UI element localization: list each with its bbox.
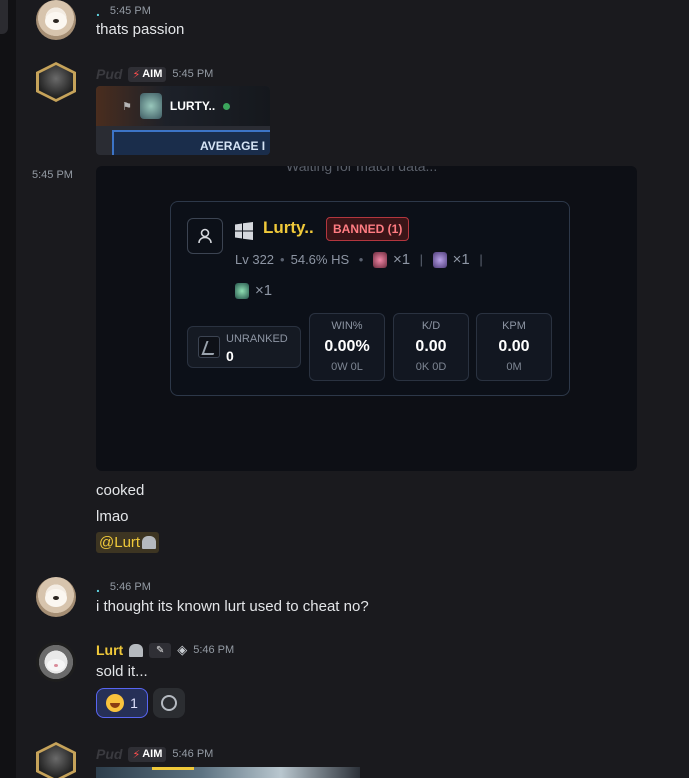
player-level: Lv 322 <box>235 252 275 267</box>
player-card: Lurty.. BANNED (1) Lv 322 • 54.6% HS • ×… <box>170 201 570 396</box>
stat-win: WIN% 0.00% 0W 0L <box>309 313 385 381</box>
stat-kpm: KPM 0.00 0M <box>476 313 552 381</box>
banned-badge: BANNED (1) <box>326 217 410 241</box>
message-header: Pud ⚡ AIM 5:45 PM <box>96 65 213 83</box>
operator-icon <box>432 251 447 268</box>
timestamp: 5:46 PM <box>172 748 214 760</box>
left-rail <box>0 0 16 778</box>
separator-bar: | <box>416 252 427 267</box>
operator-icon <box>235 282 249 299</box>
timestamp: 5:46 PM <box>193 644 235 656</box>
stat-label: K/D <box>421 320 441 332</box>
rank-shield-icon <box>198 336 220 358</box>
message-text: cooked <box>96 482 145 499</box>
message-header: . 5:46 PM <box>96 578 151 596</box>
user-mention[interactable]: @Lurt <box>96 532 160 553</box>
embed-footer: AVERAGE I <box>112 130 270 155</box>
separator-dot: • <box>280 252 285 267</box>
waiting-text: Waiting for match data... <box>286 166 438 174</box>
rank-badge-icon <box>139 93 162 119</box>
operator-line-2: ×1 <box>235 282 272 299</box>
add-reaction-button[interactable] <box>153 688 185 718</box>
rank-value: 0 <box>226 348 234 364</box>
tombstone-icon <box>142 536 157 549</box>
message-text: i thought its known lurt used to cheat n… <box>96 598 369 615</box>
profile-embed[interactable]: ⚑ LURTY.. AVERAGE I <box>96 86 270 155</box>
player-stats-line: Lv 322 • 54.6% HS • ×1 | ×1 | <box>235 251 483 268</box>
reaction-count: 1 <box>130 695 138 711</box>
smile-icon <box>161 695 177 711</box>
message-header: Lurt ✎ ◈ 5:46 PM <box>96 641 234 659</box>
message-header: Pud ⚡ AIM 5:46 PM <box>96 745 213 763</box>
author-name[interactable]: Pud <box>96 66 122 82</box>
side-timestamp: 5:45 PM <box>32 169 73 181</box>
author-name[interactable]: Lurt <box>96 642 123 658</box>
player-name: Lurty.. <box>263 218 314 237</box>
rail-nub <box>0 0 8 34</box>
online-indicator <box>223 102 231 110</box>
operator-count: ×1 <box>392 251 411 268</box>
hs-percent: 54.6% HS <box>290 252 350 267</box>
guild-tag[interactable]: ⚡ AIM <box>128 746 167 762</box>
guild-tag[interactable]: ⚡ AIM <box>128 66 167 82</box>
stat-value: 0.00 <box>498 338 530 355</box>
operator-count: ×1 <box>255 282 273 299</box>
message-text: lmao <box>96 508 129 525</box>
stat-sub: 0W 0L <box>331 361 363 373</box>
bolt-icon: ⚡ <box>132 68 141 81</box>
stat-sub: 0M <box>506 361 522 373</box>
status-dot: . <box>96 3 100 19</box>
timestamp: 5:45 PM <box>172 68 214 80</box>
stat-label: KPM <box>502 320 526 332</box>
stat-kd: K/D 0.00 0K 0D <box>393 313 469 381</box>
tombstone-icon <box>129 643 144 657</box>
stat-value: 0.00% <box>324 338 370 355</box>
operator-icon <box>372 251 387 268</box>
stat-sub: 0K 0D <box>415 361 447 373</box>
rank-label: UNRANKED <box>226 333 288 345</box>
flag-icon: ⚑ <box>122 100 132 113</box>
status-dot: . <box>96 579 100 595</box>
message-header: . 5:45 PM <box>96 2 151 20</box>
avatar-pud[interactable] <box>36 742 76 778</box>
joy-emoji-icon <box>106 694 125 712</box>
attached-image[interactable] <box>96 767 360 778</box>
author-name[interactable]: Pud <box>96 746 122 762</box>
operator-count: ×1 <box>452 251 470 268</box>
badge-icon: ◈ <box>177 642 188 657</box>
stat-value: 0.00 <box>415 338 447 355</box>
server-tag-icon[interactable]: ✎ <box>149 642 172 658</box>
embed-player-name: LURTY.. <box>169 99 216 113</box>
timestamp: 5:46 PM <box>109 581 151 593</box>
timestamp: 5:45 PM <box>109 5 151 17</box>
message-text: thats passion <box>96 21 185 38</box>
avatar-lurt[interactable] <box>36 642 76 682</box>
separator-bar: | <box>475 252 483 267</box>
windows-icon <box>235 222 253 244</box>
avatar-dog[interactable] <box>36 0 76 40</box>
avatar-pud[interactable] <box>36 62 76 102</box>
bolt-icon: ⚡ <box>132 748 141 761</box>
message-text: sold it... <box>96 663 148 680</box>
embed-header: ⚑ LURTY.. <box>96 86 270 126</box>
reaction-joy[interactable]: 1 <box>96 688 148 718</box>
stat-label: WIN% <box>331 320 363 332</box>
profile-icon[interactable] <box>187 218 223 254</box>
separator-dot: • <box>355 252 367 267</box>
avatar-dog[interactable] <box>36 577 76 617</box>
rank-box: UNRANKED 0 <box>187 326 301 368</box>
match-card[interactable]: Waiting for match data... Lurty.. BANNED… <box>96 166 637 471</box>
